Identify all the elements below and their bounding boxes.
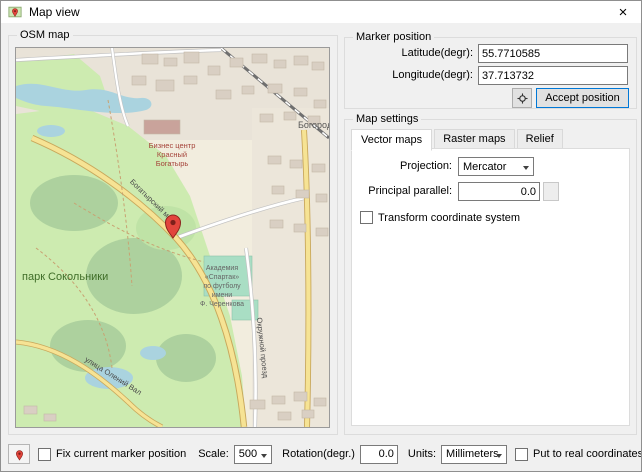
projection-label: Projection: [352, 157, 452, 176]
map-settings-group-label: Map settings [353, 112, 421, 126]
vector-maps-tabpage: Projection: Mercator Principal parallel:… [351, 148, 630, 426]
map-settings-group: Map settings Vector maps Raster maps Rel… [344, 119, 637, 435]
tab-raster-maps[interactable]: Raster maps [434, 129, 514, 149]
real-coordinates-checkbox[interactable]: Put to real coordinates [515, 448, 642, 461]
window-title: Map view [29, 5, 80, 19]
latitude-label: Latitude(degr): [345, 44, 473, 63]
marker-position-group-label: Marker position [353, 30, 434, 44]
marker-position-group: Marker position Latitude(degr): Longitud… [344, 37, 637, 109]
units-value: Millimeters [446, 448, 499, 460]
accept-position-button[interactable]: Accept position [536, 88, 629, 108]
map-label-academy-3: по футболу [203, 282, 241, 290]
map-label-academy-1: Академия [206, 265, 238, 272]
projection-value: Mercator [463, 161, 506, 173]
marker-tool-button[interactable] [8, 444, 30, 464]
units-combobox[interactable]: Millimeters [441, 445, 507, 464]
osm-map-group-label: OSM map [17, 28, 73, 42]
scale-combobox[interactable]: 500 [234, 445, 272, 464]
close-icon: × [619, 4, 628, 21]
map-settings-tabstrip: Vector maps Raster maps Relief [351, 128, 562, 150]
osm-map-canvas[interactable]: парк Сокольники Богородское Бизнес центр… [15, 47, 330, 428]
principal-parallel-input[interactable] [458, 182, 540, 201]
chevron-down-icon [261, 454, 267, 458]
titlebar: Map view × [1, 1, 641, 24]
fix-marker-checkbox-label: Fix current marker position [56, 448, 186, 460]
longitude-input[interactable] [478, 66, 628, 85]
principal-parallel-label: Principal parallel: [352, 182, 452, 201]
map-label-business-1: Бизнес центр [149, 141, 196, 150]
map-label-district: Богородское [298, 120, 329, 130]
center-marker-icon [517, 93, 528, 104]
transform-coordinate-checkbox-label: Transform coordinate system [378, 212, 520, 224]
osm-map-svg: парк Сокольники Богородское Бизнес центр… [16, 48, 329, 427]
bottom-bar: Fix current marker position Scale: 500 R… [8, 444, 636, 464]
fix-marker-checkbox[interactable]: Fix current marker position [38, 448, 186, 461]
fix-marker-checkbox-box [38, 448, 51, 461]
center-marker-button[interactable] [512, 88, 532, 108]
latitude-input[interactable] [478, 44, 628, 63]
tab-relief[interactable]: Relief [517, 129, 563, 149]
scale-label: Scale: [198, 448, 229, 460]
map-label-park: парк Сокольники [22, 271, 108, 283]
close-button[interactable]: × [605, 1, 641, 24]
chevron-down-icon [523, 166, 529, 170]
map-label-business-2: Красный [157, 150, 187, 159]
rotation-input[interactable] [360, 445, 398, 464]
transform-coordinate-checkbox-box [360, 211, 373, 224]
real-coordinates-checkbox-label: Put to real coordinates [533, 448, 642, 460]
window-icon [8, 5, 22, 19]
longitude-label: Longitude(degr): [345, 66, 473, 85]
map-view-dialog: Map view × OSM map [0, 0, 642, 472]
scale-value: 500 [239, 448, 257, 460]
map-urban-east [252, 108, 329, 427]
marker-pin-icon [14, 448, 25, 461]
units-label: Units: [408, 448, 436, 460]
map-label-academy-2: «Спартак» [205, 274, 239, 281]
tab-vector-maps[interactable]: Vector maps [351, 129, 432, 151]
principal-parallel-side-button[interactable] [543, 182, 559, 201]
real-coordinates-checkbox-box [515, 448, 528, 461]
projection-combobox[interactable]: Mercator [458, 157, 534, 176]
map-label-academy-4: имени [212, 292, 232, 299]
map-label-business-3: Богатырь [156, 159, 189, 168]
chevron-down-icon [496, 454, 502, 458]
osm-map-group: OSM map [8, 35, 338, 435]
map-label-academy-5: Ф. Черенкова [200, 301, 244, 308]
transform-coordinate-checkbox[interactable]: Transform coordinate system [360, 211, 520, 224]
rotation-label: Rotation(degr.) [282, 448, 355, 460]
